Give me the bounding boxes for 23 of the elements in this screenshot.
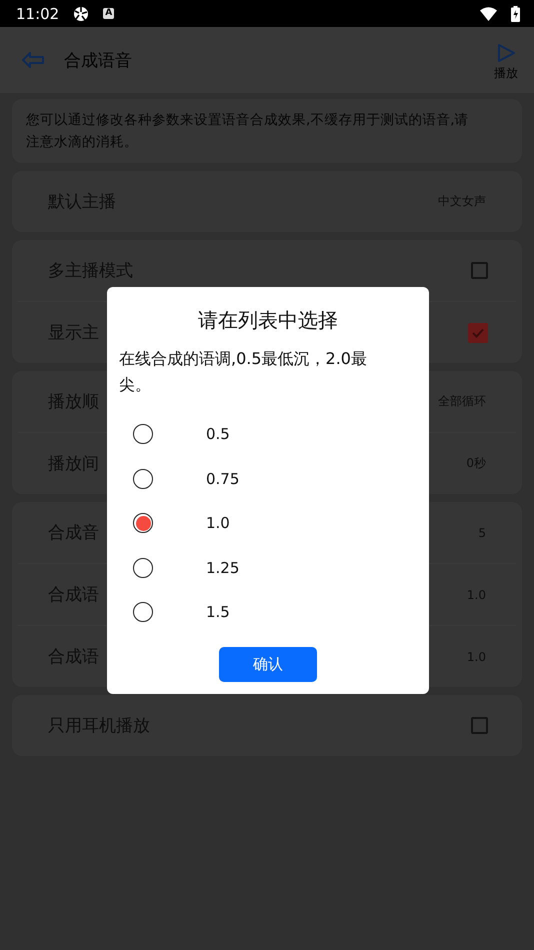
option-label: 0.75: [206, 470, 240, 488]
radio-button[interactable]: [133, 558, 153, 578]
play-icon: [496, 42, 516, 62]
page-title: 合成语音: [64, 50, 132, 72]
dialog-title: 请在列表中选择: [197, 307, 339, 334]
dialog-message: 在线合成的语调,0.5最低沉，2.0最尖。: [119, 348, 368, 396]
radio-button[interactable]: [133, 602, 153, 622]
radio-button[interactable]: [133, 468, 153, 489]
option-label: 1.25: [206, 558, 240, 577]
wifi-icon: [480, 6, 497, 20]
checkbox[interactable]: [468, 322, 488, 342]
aperture-icon: [73, 6, 90, 22]
option-label: 1.5: [206, 603, 230, 622]
status-time: 11:02: [16, 4, 60, 22]
notification-badge: A: [103, 8, 114, 19]
option-label: 0.5: [206, 425, 230, 444]
checkbox[interactable]: [471, 717, 488, 734]
battery-icon: [511, 6, 520, 22]
radio-button[interactable]: [133, 424, 153, 444]
option-label: 1.0: [206, 514, 230, 532]
checkbox[interactable]: [471, 262, 488, 279]
confirm-button[interactable]: 确认: [219, 646, 317, 682]
radio-button[interactable]: [133, 513, 153, 534]
